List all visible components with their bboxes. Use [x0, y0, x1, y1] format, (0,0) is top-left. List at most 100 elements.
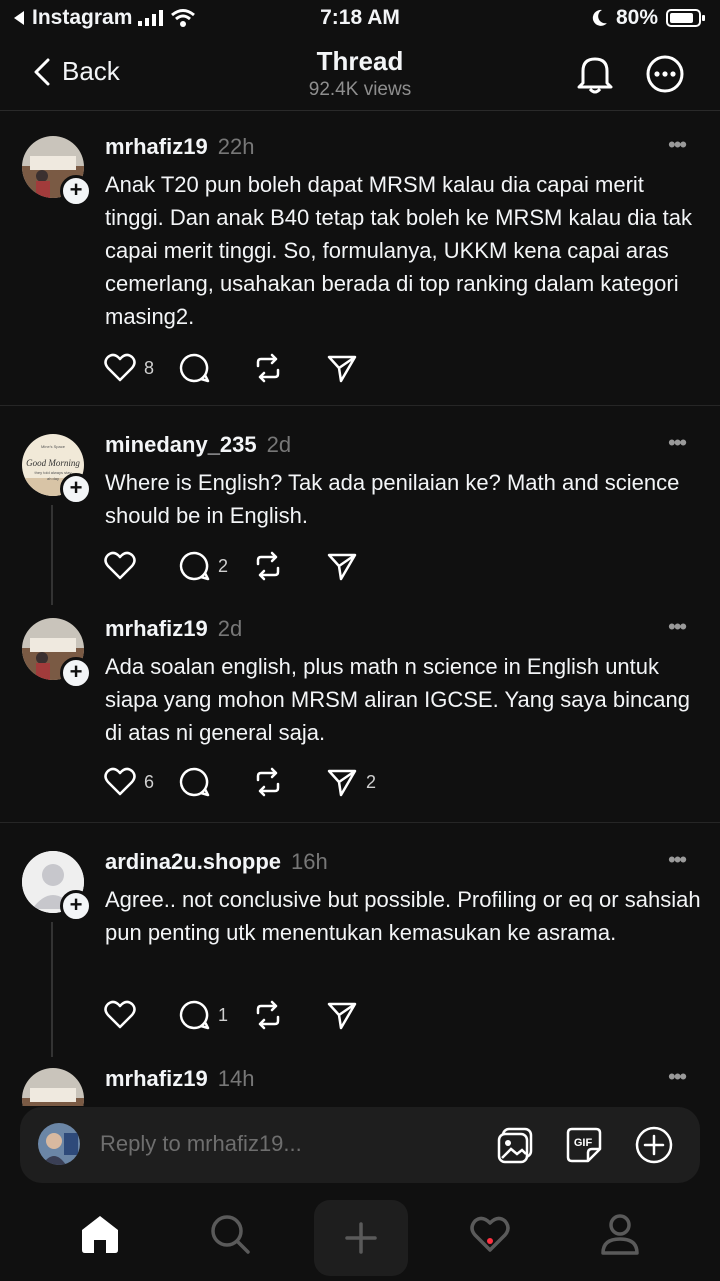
gif-button[interactable]: GIF [564, 1125, 604, 1170]
repost-button[interactable] [252, 766, 326, 798]
post-actions: 6 2 [104, 766, 400, 798]
follow-plus-icon[interactable]: + [60, 175, 92, 207]
repost-icon [256, 353, 280, 383]
add-more-button[interactable] [634, 1125, 674, 1170]
reply-count: 1 [218, 1004, 229, 1025]
comment-icon [179, 353, 210, 383]
create-icon [345, 1222, 377, 1254]
send-icon [327, 1002, 357, 1030]
avatar-caption-lower: they told always stay [35, 470, 72, 475]
like-button[interactable] [104, 1000, 178, 1030]
current-user-avatar [38, 1123, 80, 1165]
tab-profile[interactable] [598, 1212, 642, 1261]
send-icon [327, 769, 357, 797]
moon-icon [592, 9, 607, 26]
like-button[interactable]: 6 [104, 767, 178, 797]
post-time: 22h [217, 134, 255, 159]
repost-button[interactable] [252, 550, 326, 582]
avatar-caption-last: ah day [47, 476, 59, 481]
like-count: 8 [144, 357, 155, 378]
reply-button[interactable]: 1 [178, 999, 252, 1031]
notification-bell-button[interactable] [576, 54, 614, 99]
image-gallery-icon [497, 1127, 533, 1164]
more-options-button[interactable] [645, 54, 685, 99]
send-icon [327, 355, 357, 383]
reply-count: 2 [218, 555, 229, 576]
status-bar: Instagram 7:18 AM 80% [0, 0, 720, 36]
comment-icon [179, 551, 210, 581]
comment-icon [179, 767, 210, 797]
username[interactable]: mrhafiz19 14h [105, 1066, 254, 1092]
divider [0, 822, 720, 823]
heart-icon [104, 767, 136, 796]
avatar-greeting: Good Morning [26, 458, 80, 468]
username[interactable]: minedany_235 2d [105, 432, 291, 458]
post-time: 16h [291, 849, 328, 874]
heart-icon [104, 551, 136, 580]
post-time: 2d [217, 616, 243, 641]
share-button[interactable] [326, 352, 400, 384]
profile-icon [601, 1214, 639, 1255]
post-more-icon[interactable]: ••• [668, 132, 687, 158]
username[interactable]: mrhafiz19 2d [105, 616, 242, 642]
avatar-caption: Mine's Space [41, 444, 66, 449]
avatar-photo [38, 1123, 80, 1165]
post-text: Where is English? Tak ada penilaian ke? … [105, 470, 680, 528]
battery-percent: 80% [615, 6, 658, 29]
tab-activity[interactable] [468, 1212, 512, 1261]
thread-header: Back Thread 92.4K views [0, 36, 720, 111]
username[interactable]: ardina2u.shoppe 16h [105, 849, 328, 875]
thread-post: mrhafiz19 14h ••• [0, 1062, 720, 1106]
thread-connector-line [51, 505, 53, 605]
repost-button[interactable] [252, 999, 326, 1031]
share-button[interactable]: 2 [326, 766, 400, 798]
follow-plus-icon[interactable]: + [60, 473, 92, 505]
share-count: 2 [366, 771, 377, 792]
reply-composer[interactable]: Reply to mrhafiz19... GIF [20, 1107, 700, 1183]
post-more-icon[interactable]: ••• [668, 430, 687, 456]
reply-button[interactable] [178, 352, 252, 384]
post-more-icon[interactable]: ••• [668, 847, 687, 873]
like-button[interactable]: 8 [104, 353, 178, 383]
status-right: 80% [592, 6, 706, 30]
tab-home[interactable] [78, 1212, 122, 1261]
post-more-icon[interactable]: ••• [668, 614, 687, 640]
tab-create[interactable] [314, 1200, 408, 1276]
reply-button[interactable]: 2 [178, 550, 252, 582]
like-button[interactable] [104, 551, 178, 581]
post-time: 14h [217, 1066, 255, 1091]
post-actions: 2 [104, 550, 400, 582]
follow-plus-icon[interactable]: + [60, 657, 92, 689]
attach-image-button[interactable] [496, 1125, 536, 1170]
reply-button[interactable] [178, 766, 252, 798]
post-text: Agree.. not conclusive but possible. Pro… [105, 887, 701, 945]
search-icon [211, 1215, 250, 1254]
repost-button[interactable] [252, 352, 326, 384]
more-circle-icon [646, 55, 684, 93]
reply-input[interactable]: Reply to mrhafiz19... [100, 1131, 302, 1157]
share-button[interactable] [326, 999, 400, 1031]
repost-icon [256, 551, 280, 581]
like-count: 6 [144, 771, 155, 792]
tab-search[interactable] [208, 1212, 252, 1261]
notification-dot [487, 1238, 493, 1244]
username[interactable]: mrhafiz19 22h [105, 134, 254, 160]
share-button[interactable] [326, 550, 400, 582]
avatar[interactable] [22, 1068, 84, 1106]
battery-icon [666, 9, 705, 27]
post-actions: 8 [104, 352, 400, 384]
home-icon [82, 1216, 118, 1253]
bell-icon [577, 57, 613, 94]
activity-icon [470, 1216, 510, 1252]
divider [0, 405, 720, 406]
comment-icon [179, 1000, 210, 1030]
follow-plus-icon[interactable]: + [60, 890, 92, 922]
heart-icon [104, 1000, 136, 1029]
thread-connector-line [51, 922, 53, 1057]
post-more-icon[interactable]: ••• [668, 1064, 687, 1090]
send-icon [327, 553, 357, 581]
gif-icon: GIF [566, 1127, 602, 1163]
post-actions: 1 [104, 999, 400, 1031]
bottom-tab-bar [0, 1196, 720, 1280]
repost-icon [256, 1000, 280, 1030]
